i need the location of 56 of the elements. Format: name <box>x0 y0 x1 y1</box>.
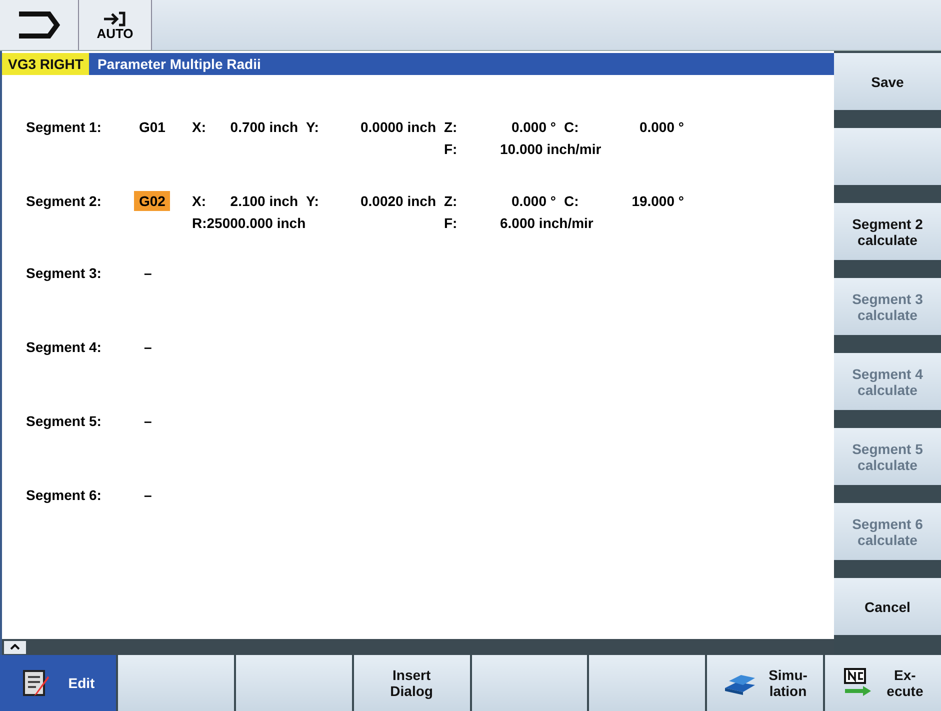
g-code-field[interactable]: G01 <box>134 117 170 137</box>
empty-marker: – <box>143 265 153 281</box>
notepad-pencil-icon <box>21 668 52 698</box>
value-field[interactable]: 19.000 ° <box>602 193 684 209</box>
value-field[interactable]: 0.0020 inch <box>344 193 436 209</box>
segment-label: Segment 1: <box>26 119 102 135</box>
segment-label: Segment 6: <box>26 487 102 503</box>
axis-label: Z: <box>444 119 458 135</box>
value-field[interactable]: 0.000 ° <box>602 119 684 135</box>
axis-label: F: <box>444 141 458 157</box>
value-field[interactable]: 0.000 ° <box>482 193 556 209</box>
empty-marker: – <box>143 339 153 355</box>
axis-label: C: <box>564 193 580 209</box>
softkey[interactable] <box>236 655 352 711</box>
axis-label: F: <box>444 215 458 231</box>
channel-label: VG3 RIGHT <box>2 53 90 75</box>
softkey[interactable] <box>118 655 234 711</box>
value-field[interactable]: 2.100 inch <box>228 193 298 209</box>
axis-label: X: <box>192 193 207 209</box>
expand-up-button[interactable] <box>4 640 26 654</box>
softkey[interactable]: Simu- lation <box>707 655 824 711</box>
softkey[interactable]: Save <box>834 53 941 110</box>
axis-label: Y: <box>306 193 320 209</box>
softkey[interactable] <box>472 655 588 711</box>
mode-button[interactable] <box>0 0 79 50</box>
softkey[interactable] <box>589 655 706 711</box>
segment-label: Segment 4: <box>26 339 102 355</box>
softkey[interactable]: Cancel <box>834 578 941 635</box>
blank-softkey[interactable] <box>834 128 941 185</box>
radius-field[interactable]: R:25000.000 inch <box>192 215 306 231</box>
segment-label: Segment 2: <box>26 193 102 209</box>
feed-field[interactable]: 6.000 inch/mir <box>482 215 684 231</box>
axis-label: X: <box>192 119 207 135</box>
softkey[interactable]: Edit <box>0 655 116 711</box>
softkey[interactable]: Insert Dialog <box>354 655 470 711</box>
g-code-field[interactable]: G02 <box>134 191 170 211</box>
axis-label: Y: <box>306 119 320 135</box>
feed-field[interactable]: 10.000 inch/mir <box>482 141 684 157</box>
segment-label: Segment 5: <box>26 413 102 429</box>
nc-arrow-icon <box>842 667 873 699</box>
softkey[interactable]: Segment 2 calculate <box>834 203 941 260</box>
arrow-into-icon <box>102 10 128 26</box>
value-field[interactable]: 0.700 inch <box>228 119 298 135</box>
softkey[interactable]: Ex- ecute <box>825 655 941 711</box>
axis-label: C: <box>564 119 580 135</box>
value-field[interactable]: 0.000 ° <box>482 119 556 135</box>
value-field[interactable]: 0.0000 inch <box>344 119 436 135</box>
segment-label: Segment 3: <box>26 265 102 281</box>
mode-label: AUTO <box>96 26 134 40</box>
axis-label: Z: <box>444 193 458 209</box>
auto-mode-button[interactable]: AUTO <box>79 0 152 50</box>
window-title: Parameter Multiple Radii <box>96 56 261 72</box>
chevron-up-icon <box>10 644 20 650</box>
empty-marker: – <box>143 413 153 429</box>
bracket-icon <box>17 10 61 40</box>
empty-marker: – <box>143 487 153 503</box>
